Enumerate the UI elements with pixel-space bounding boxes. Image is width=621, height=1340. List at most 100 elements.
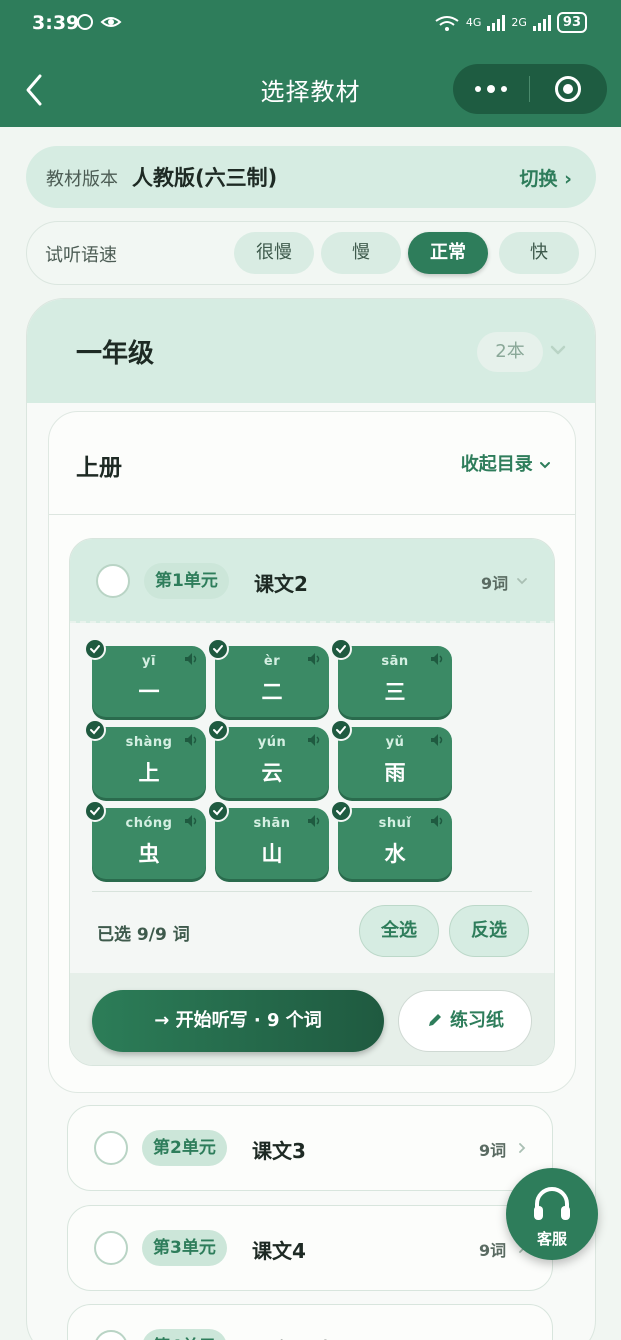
grade-header[interactable]: 一年级 2本 [27,299,595,403]
word-hanzi: 山 [261,842,283,866]
speaker-icon[interactable] [184,814,200,828]
miniprogram-capsule [453,64,607,114]
word-tile[interactable]: sān 三 [338,646,452,717]
headset-icon [534,1187,570,1220]
switch-edition-button[interactable]: 切换 › [520,164,572,191]
lesson-row[interactable]: 第3单元 课文4 9词 [67,1205,553,1291]
lesson-checkbox[interactable] [94,1131,128,1165]
wifi-icon [435,15,459,31]
lesson-checkbox[interactable] [96,564,130,598]
word-hanzi: 云 [261,761,283,785]
checkmark-icon [207,800,229,822]
network-2g-label: 2G [511,16,527,29]
chevron-right-icon [519,1143,526,1153]
speed-option-slow[interactable]: 慢 [321,232,401,274]
checkmark-icon [207,719,229,741]
speaker-icon[interactable] [430,814,446,828]
select-all-button[interactable]: 全选 [359,905,439,957]
word-tile[interactable]: èr 二 [215,646,329,717]
status-notification-icons [76,13,122,35]
speaker-icon[interactable] [307,652,323,666]
word-tile[interactable]: shàng 上 [92,727,206,798]
signal-icon [487,14,506,31]
word-tile[interactable]: yī 一 [92,646,206,717]
speed-option-fast[interactable]: 快 [499,232,579,274]
battery-indicator: 93 [556,12,587,33]
speed-option-normal[interactable]: 正常 [408,232,488,274]
word-hanzi: 上 [138,761,160,785]
action-bar: → 开始听写 · 9 个词 练习纸 [70,973,554,1065]
chevron-down-icon [517,578,527,585]
speaker-icon[interactable] [184,733,200,747]
edition-label: 教材版本 [46,169,118,190]
chevron-down-icon [540,462,550,469]
status-system-icons: 4G 2G 93 [434,12,587,33]
start-dictation-button[interactable]: → 开始听写 · 9 个词 [92,990,384,1052]
collapse-toc-button[interactable]: 收起目录 [461,450,551,476]
word-count: 9词 [481,574,509,593]
edition-value: 人教版(六三制) [132,166,278,190]
more-icon[interactable] [453,64,529,114]
divider [92,891,532,892]
lesson-header[interactable]: 第1单元 课文2 9词 [70,539,554,623]
top-bar: 3:39 4G 2G 93 选择教材 [0,0,621,127]
word-hanzi: 二 [261,680,283,704]
speed-bar: 试听语速 很慢 慢 正常 快 [26,221,596,285]
word-hanzi: 水 [384,842,406,866]
speed-label: 试听语速 [45,245,117,266]
word-hanzi: 虫 [138,842,160,866]
divider [49,514,575,515]
eye-icon [77,14,122,30]
unit-badge: 第2单元 [142,1130,227,1166]
collapse-toc-label: 收起目录 [460,454,533,475]
status-time: 3:39 [32,12,80,34]
speed-option-very-slow[interactable]: 很慢 [234,232,314,274]
customer-service-button[interactable]: 客服 [506,1168,598,1260]
checkmark-icon [84,719,106,741]
checkmark-icon [84,638,106,660]
lesson-checkbox[interactable] [94,1231,128,1265]
word-count: 9词 [479,1241,507,1260]
speaker-icon[interactable] [430,652,446,666]
speaker-icon[interactable] [307,733,323,747]
speaker-icon[interactable] [307,814,323,828]
network-4g-label: 4G [465,16,482,29]
edition-bar: 教材版本 人教版(六三制) 切换 › [26,146,596,208]
checkmark-icon [330,800,352,822]
word-hanzi: 一 [138,680,160,704]
lesson-name: 语文园地 [252,1334,332,1340]
signal-icon [532,14,551,31]
book-count-badge: 2本 [477,332,543,372]
selected-count: 已选 9/9 词 [97,925,190,945]
lesson-name: 课文3 [252,1139,306,1163]
book-card: 上册 收起目录 第1单元 课文2 9词 yī 一 èr 二 sān 三 shàng 上 yún 云… [48,411,576,1093]
word-tile[interactable]: shān 山 [215,808,329,879]
word-hanzi: 三 [384,680,406,704]
book-title: 上册 [76,455,122,481]
lesson-row[interactable]: 第4单元 语文园地 4词 [67,1304,553,1340]
speaker-icon[interactable] [430,733,446,747]
word-tile[interactable]: yún 云 [215,727,329,798]
pencil-icon [429,1014,441,1026]
word-count: 4词 [479,1336,506,1340]
invert-selection-button[interactable]: 反选 [449,905,529,957]
lesson-name: 课文2 [254,572,308,596]
close-miniprogram-icon[interactable] [530,64,606,114]
lesson-name: 课文4 [252,1239,306,1263]
checkmark-icon [330,638,352,660]
word-tile[interactable]: chóng 虫 [92,808,206,879]
unit-badge: 第1单元 [144,563,229,599]
customer-service-label: 客服 [536,1230,567,1248]
checkmark-icon [84,800,106,822]
practice-sheet-button[interactable]: 练习纸 [398,990,532,1052]
lesson-expanded: 第1单元 课文2 9词 yī 一 èr 二 sān 三 shàng 上 yún 云 yǔ 雨 chóng… [69,538,555,1066]
word-tile[interactable]: yǔ 雨 [338,727,452,798]
checkmark-icon [330,719,352,741]
unit-badge: 第4单元 [142,1329,227,1340]
word-tile[interactable]: shuǐ 水 [338,808,452,879]
lesson-checkbox[interactable] [94,1330,128,1340]
unit-badge: 第3单元 [142,1230,227,1266]
lesson-row[interactable]: 第2单元 课文3 9词 [67,1105,553,1191]
speaker-icon[interactable] [184,652,200,666]
checkmark-icon [207,638,229,660]
